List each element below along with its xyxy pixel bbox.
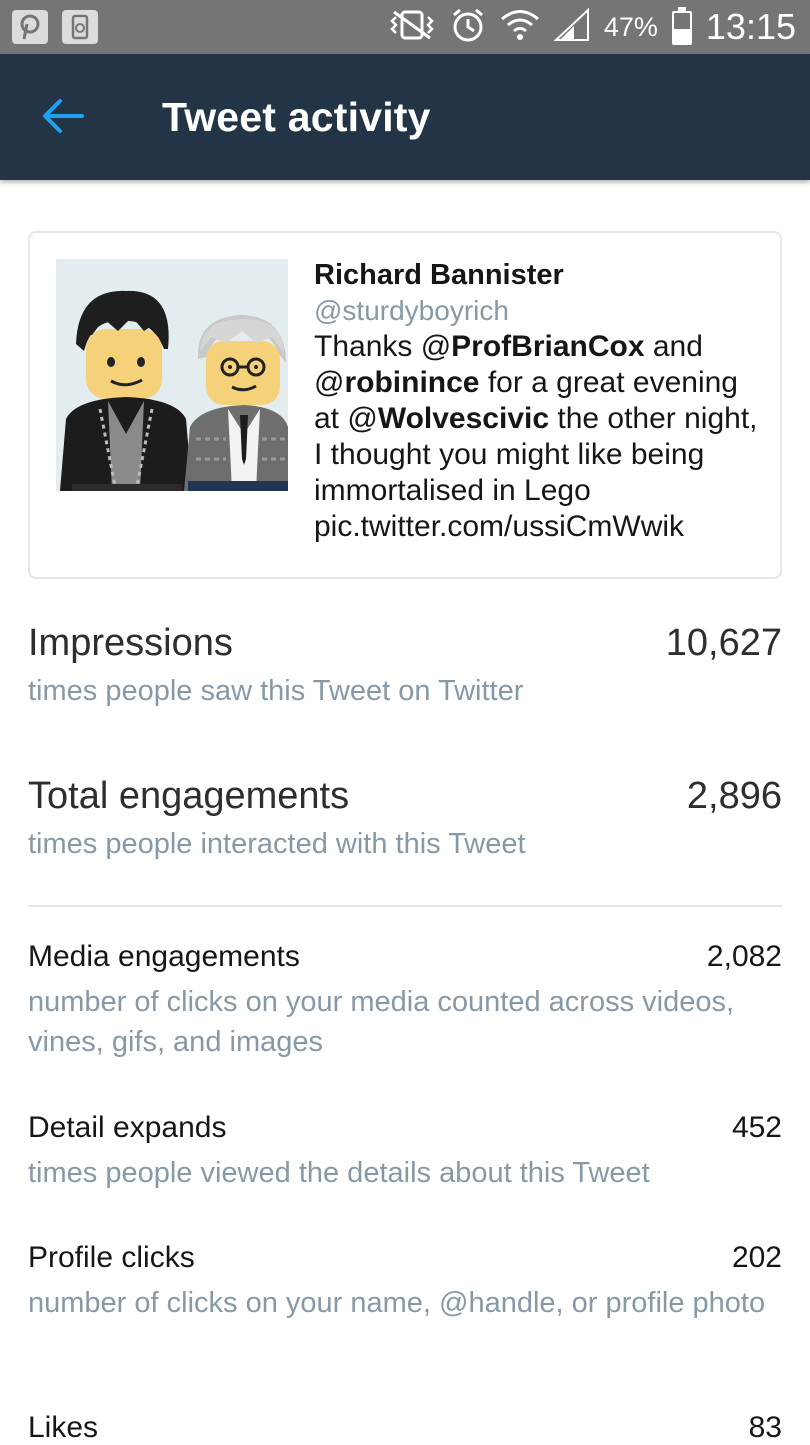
metric-value: 2,082 <box>706 940 782 973</box>
status-bar-system: 47% 13:15 <box>388 0 796 54</box>
recycle-icon <box>62 10 98 44</box>
metric-label: Detail expands <box>28 1111 227 1144</box>
app-header: Tweet activity <box>0 54 810 180</box>
arrow-left-icon[interactable] <box>40 96 86 136</box>
mention-robinince[interactable]: robinince <box>344 366 479 399</box>
alarm-icon <box>450 7 486 48</box>
tweet-media-image[interactable] <box>56 259 288 491</box>
metric-value: 202 <box>731 1241 782 1274</box>
tweet-card[interactable]: Richard Bannister @sturdyboyrich Thanks … <box>28 231 782 579</box>
metric-label: Profile clicks <box>28 1241 195 1274</box>
status-bar: 47% 13:15 <box>0 0 810 54</box>
battery-icon <box>671 7 692 45</box>
metric-label: Total engagements <box>28 775 350 817</box>
tweet-text-column: Richard Bannister @sturdyboyrich Thanks … <box>314 257 760 545</box>
metric-detail-expands: Detail expands 452 times people viewed t… <box>28 1111 782 1193</box>
metric-value: 2,896 <box>686 775 782 817</box>
wifi-icon <box>500 8 540 47</box>
metric-description: number of clicks on your media counted a… <box>28 986 735 1058</box>
metric-impressions: Impressions 10,627 times people saw this… <box>28 622 782 709</box>
battery-percent: 47% <box>603 11 658 42</box>
signal-icon <box>553 7 590 47</box>
metric-value: 10,627 <box>665 622 782 664</box>
battery-level <box>673 28 690 43</box>
page-title: Tweet activity <box>162 94 431 140</box>
author-handle[interactable]: @sturdyboyrich <box>314 293 760 329</box>
metric-total-engagements: Total engagements 2,896 times people int… <box>28 775 782 862</box>
author-name[interactable]: Richard Bannister <box>314 257 760 293</box>
metric-description: times people saw this Tweet on Twitter <box>28 675 524 707</box>
metric-description: times people viewed the details about th… <box>28 1157 650 1189</box>
metric-media-engagements: Media engagements 2,082 number of clicks… <box>28 940 782 1062</box>
tweet-text-part: Thanks @ <box>314 330 452 363</box>
metric-profile-clicks: Profile clicks 202 number of clicks on y… <box>28 1241 782 1323</box>
mention-profbriancox[interactable]: ProfBrianCox <box>451 330 644 363</box>
metric-label: Media engagements <box>28 940 300 973</box>
vibrate-icon <box>388 8 436 47</box>
divider <box>28 905 782 907</box>
pinterest-icon <box>12 10 48 44</box>
mention-wolvescivic[interactable]: Wolvescivic <box>378 402 549 435</box>
metric-label: Impressions <box>28 622 233 664</box>
tweet-text: Thanks @ProfBrianCox and @robinince for … <box>314 329 760 545</box>
metric-description: number of clicks on your name, @handle, … <box>28 1287 766 1319</box>
back-button[interactable] <box>40 96 86 136</box>
clock: 13:15 <box>705 6 796 47</box>
metric-value: 452 <box>731 1111 782 1144</box>
metric-description: times people interacted with this Tweet <box>28 828 526 860</box>
status-bar-notifications <box>12 10 98 44</box>
